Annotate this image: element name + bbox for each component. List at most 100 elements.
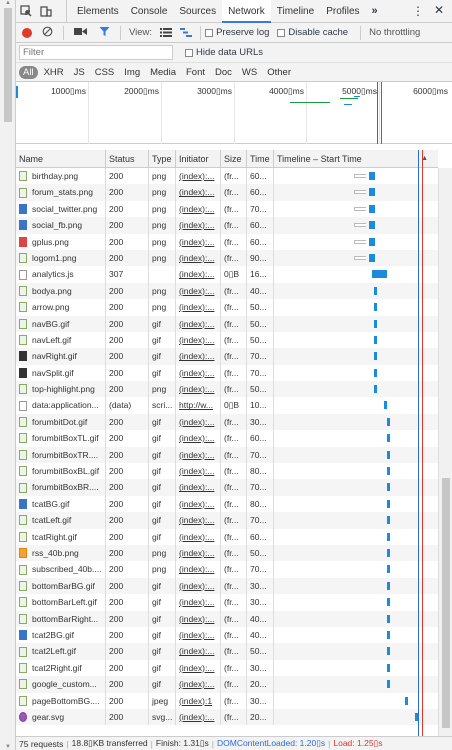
table-row[interactable]: navLeft.gif 200 gif (index):... (fr... 50... [16, 331, 438, 349]
cell-initiator[interactable]: (index):... [176, 233, 221, 250]
table-row[interactable]: gear.svg 200 svg... (index):... (fr... 20... [16, 708, 438, 726]
table-row[interactable]: forumbitDot.gif 200 gif (index):... (fr... 30… [16, 413, 438, 431]
cell-initiator[interactable]: (index):... [176, 299, 221, 316]
type-js-button[interactable]: JS [70, 66, 89, 79]
table-scroll-thumb[interactable] [442, 478, 450, 728]
column-header-name[interactable]: Name [16, 150, 106, 167]
column-header-status[interactable]: Status [106, 150, 149, 167]
table-row[interactable]: tcat2Left.gif 200 gif (index):... (fr... 50..… [16, 643, 438, 660]
tab-profiles[interactable]: Profiles [320, 0, 365, 23]
column-header-type[interactable]: Type [149, 150, 176, 167]
cell-initiator[interactable]: (index):1 [176, 692, 221, 709]
cell-initiator[interactable]: (index):... [176, 381, 221, 398]
hide-data-urls-checkbox[interactable]: Hide data URLs [185, 47, 263, 58]
cell-initiator[interactable]: (index):... [176, 217, 221, 234]
cell-initiator[interactable]: (index):... [176, 463, 221, 480]
table-row[interactable]: social_fb.png 200 png (index):... (fr... 60..… [16, 217, 438, 234]
outer-scroll-thumb[interactable] [4, 8, 12, 122]
cell-initiator[interactable]: (index):... [176, 643, 221, 660]
disable-cache-checkbox[interactable]: Disable cache [277, 27, 348, 38]
table-row[interactable]: navBG.gif 200 gif (index):... (fr... 50... [16, 315, 438, 332]
cell-initiator[interactable]: (index):... [176, 348, 221, 365]
video-capture-icon[interactable] [74, 27, 87, 38]
column-header-size[interactable]: Size [221, 150, 247, 167]
tab-timeline[interactable]: Timeline [271, 0, 320, 23]
table-row[interactable]: bodya.png 200 png (index):... (fr... 40... [16, 282, 438, 300]
table-row[interactable]: rss_40b.png 200 png (index):... (fr... 50... [16, 544, 438, 562]
inspect-element-icon[interactable] [16, 0, 36, 22]
type-xhr-button[interactable]: XHR [40, 66, 68, 79]
checkbox-box[interactable] [277, 28, 286, 37]
cell-initiator[interactable]: (index):... [176, 315, 221, 332]
table-row[interactable]: forum_stats.png 200 png (index):... (fr... 60… [16, 184, 438, 201]
type-font-button[interactable]: Font [182, 66, 209, 79]
table-row[interactable]: forumbitBoxTL.gif 200 gif (index):... (fr...… [16, 430, 438, 447]
tab-network[interactable]: Network [222, 0, 271, 23]
preserve-log-checkbox[interactable]: Preserve log [205, 27, 269, 38]
cell-initiator[interactable]: (index):... [176, 479, 221, 496]
kebab-menu-icon[interactable]: ⋮ [412, 4, 424, 18]
cell-initiator[interactable]: (index):... [176, 544, 221, 562]
table-row[interactable]: social_twitter.png 200 png (index):... (fr..… [16, 200, 438, 218]
cell-initiator[interactable]: (index):... [176, 168, 221, 185]
filter-input[interactable] [19, 45, 173, 60]
cell-initiator[interactable]: (index):... [176, 495, 221, 513]
cell-initiator[interactable]: (index):... [176, 364, 221, 382]
type-other-button[interactable]: Other [263, 66, 295, 79]
scroll-up-arrow-icon[interactable]: ▲ [5, 0, 11, 6]
cell-initiator[interactable]: (index):... [176, 430, 221, 447]
table-row[interactable]: tcatLeft.gif 200 gif (index):... (fr... 70... [16, 512, 438, 529]
column-header-time[interactable]: Time [247, 150, 274, 167]
cell-initiator[interactable]: (index):... [176, 659, 221, 677]
table-row[interactable]: bottomBarRight... 200 gif (index):... (fr...… [16, 610, 438, 627]
more-tabs-button[interactable]: » [366, 0, 384, 23]
type-media-button[interactable]: Media [146, 66, 180, 79]
table-row[interactable]: top-highlight.png 200 png (index):... (fr...… [16, 381, 438, 398]
table-row[interactable]: forumbitBoxTR.... 200 gif (index):... (fr...… [16, 446, 438, 464]
cell-initiator[interactable]: http://w... [176, 397, 221, 414]
checkbox-box[interactable] [205, 28, 214, 37]
table-row[interactable]: forumbitBoxBL.gif 200 gif (index):... (fr...… [16, 463, 438, 480]
tab-sources[interactable]: Sources [173, 0, 222, 23]
table-row[interactable]: gplus.png 200 png (index):... (fr... 60... [16, 233, 438, 250]
clear-icon[interactable] [42, 26, 53, 39]
timeline-overview[interactable]: 1000▯ms 2000▯ms 3000▯ms 4000▯ms 5000▯ms … [16, 82, 452, 144]
cell-initiator[interactable]: (index):... [176, 266, 221, 283]
table-row[interactable]: birthday.png 200 png (index):... (fr... 60... [16, 168, 438, 185]
tab-elements[interactable]: Elements [71, 0, 125, 23]
outer-left-scrollbar[interactable]: ▲ ▼ [0, 0, 16, 750]
table-row[interactable]: google_custom... 200 gif (index):... (fr... 2… [16, 676, 438, 693]
overview-waterfall-icon[interactable] [180, 27, 193, 39]
type-doc-button[interactable]: Doc [211, 66, 236, 79]
table-row[interactable]: data:application... (data) scri... http://w… [16, 397, 438, 414]
cell-initiator[interactable]: (index):... [176, 282, 221, 300]
column-header-timeline[interactable]: Timeline – Start Time [274, 150, 438, 167]
cell-initiator[interactable]: (index):... [176, 200, 221, 218]
scroll-down-arrow-icon[interactable]: ▼ [5, 744, 11, 750]
table-row[interactable]: tcatBG.gif 200 gif (index):... (fr... 80... [16, 495, 438, 513]
type-ws-button[interactable]: WS [238, 66, 261, 79]
cell-initiator[interactable]: (index):... [176, 577, 221, 595]
table-row[interactable]: navRight.gif 200 gif (index):... (fr... 70... [16, 348, 438, 365]
table-row[interactable]: tcat2BG.gif 200 gif (index):... (fr... 40... [16, 626, 438, 644]
table-row[interactable]: forumbitBoxBR.... 200 gif (index):... (fr...… [16, 479, 438, 496]
column-header-initiator[interactable]: Initiator [176, 150, 221, 167]
table-row[interactable]: pageBottomBG.... 200 jpeg (index):1 (fr... 30… [16, 692, 438, 709]
cell-initiator[interactable]: (index):... [176, 708, 221, 726]
table-row[interactable]: navSplit.gif 200 gif (index):... (fr... 70... [16, 364, 438, 382]
cell-initiator[interactable]: (index):... [176, 413, 221, 431]
cell-initiator[interactable]: (index):... [176, 676, 221, 693]
device-mode-icon[interactable] [36, 0, 56, 22]
table-row[interactable]: tcatRight.gif 200 gif (index):... (fr... 60..… [16, 528, 438, 545]
cell-initiator[interactable]: (index):... [176, 331, 221, 349]
checkbox-box[interactable] [185, 48, 193, 57]
cell-initiator[interactable]: (index):... [176, 594, 221, 611]
type-img-button[interactable]: Img [120, 66, 144, 79]
throttling-select[interactable]: No throttling [369, 27, 420, 38]
cell-initiator[interactable]: (index):... [176, 446, 221, 464]
table-scrollbar[interactable] [438, 168, 452, 736]
table-row[interactable]: bottomBarBG.gif 200 gif (index):... (fr... 30… [16, 577, 438, 595]
table-row[interactable]: bottomBarLeft.gif 200 gif (index):... (fr...… [16, 594, 438, 611]
cell-initiator[interactable]: (index):... [176, 561, 221, 578]
cell-initiator[interactable]: (index):... [176, 626, 221, 644]
